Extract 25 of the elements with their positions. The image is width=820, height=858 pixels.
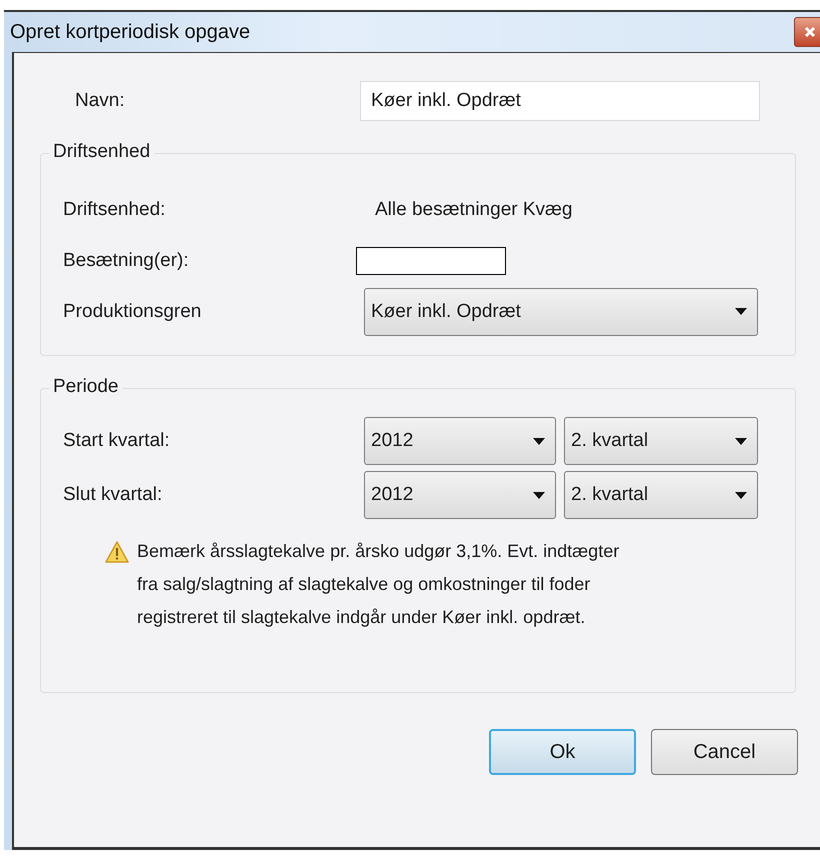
year-dropdown[interactable]: 2012	[364, 417, 556, 465]
field-value: Alle besætninger Kvæg	[374, 198, 572, 220]
dropdown-arrow-icon	[735, 492, 747, 498]
close-icon	[804, 26, 816, 38]
field-label: Navn:	[74, 90, 126, 112]
field-label: Start kvartal:	[62, 430, 171, 452]
dropdown-arrow-icon	[735, 438, 747, 444]
warning-icon	[105, 541, 129, 563]
field-label: Besætning(er):	[62, 250, 190, 272]
name-input-field[interactable]: Køer inkl. Opdræt	[360, 81, 760, 121]
warning-message: Bemærk årsslagtekalve pr. årsko udgør 3,1%. Evt. indtægter fra salg/slagtning af slagtekalve og omkostninger til foder registreret til slagtekalve indgår under Køer inkl. opdræt.	[137, 540, 620, 629]
dropdown[interactable]: Køer inkl. Opdræt	[364, 288, 758, 336]
field-label: Driftsenhed:	[62, 198, 166, 220]
close-button[interactable]	[794, 17, 820, 47]
cancel-button[interactable]: Cancel	[651, 729, 798, 775]
window-title: Opret kortperiodisk opgave	[10, 20, 250, 44]
quarter-dropdown[interactable]: 2. kvartal	[564, 471, 758, 519]
year-dropdown[interactable]: 2012	[364, 471, 556, 519]
dropdown-arrow-icon	[735, 308, 747, 315]
field-label: Produktionsgren	[62, 300, 202, 322]
dropdown-arrow-icon	[533, 438, 545, 444]
dropdown-arrow-icon	[533, 492, 545, 498]
ok-button[interactable]: Ok	[489, 729, 636, 775]
quarter-dropdown[interactable]: 2. kvartal	[564, 417, 758, 465]
field-label: Slut kvartal:	[62, 484, 164, 506]
